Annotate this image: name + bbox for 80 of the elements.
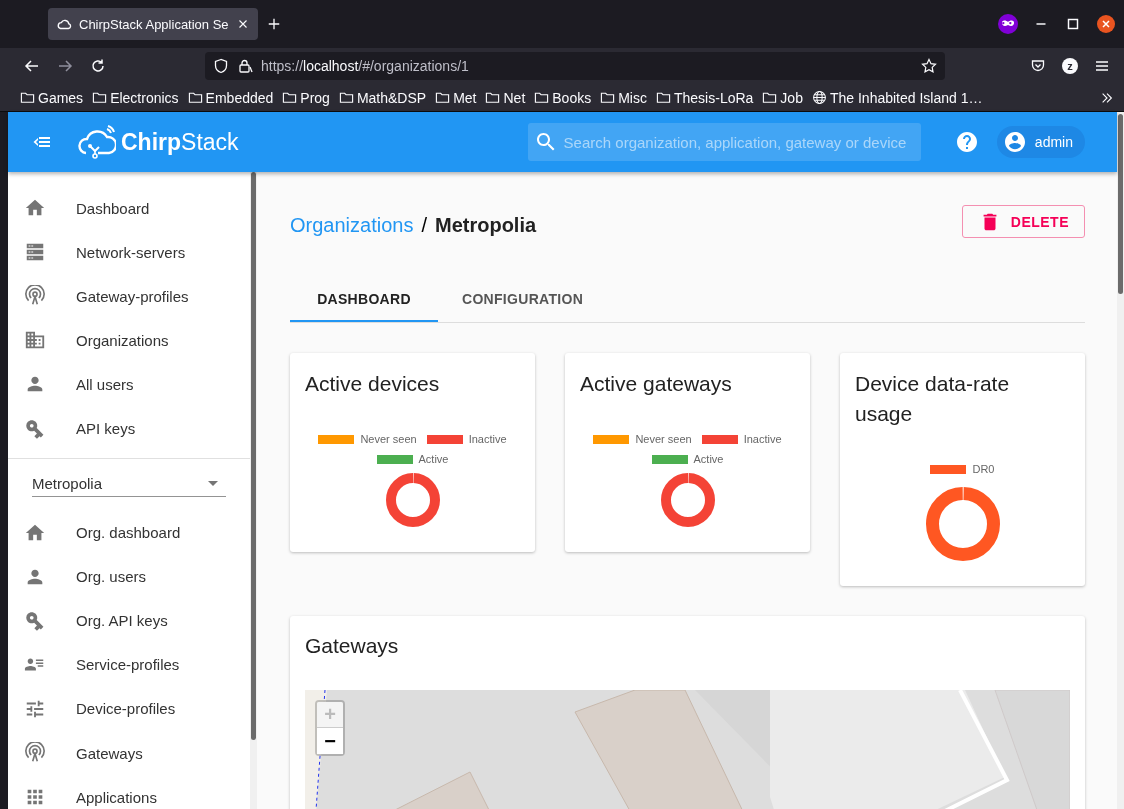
nav-item[interactable]: Gateway-profiles: [8, 274, 250, 319]
back-icon[interactable]: [24, 58, 40, 74]
bookmark[interactable]: Electronics: [92, 89, 179, 106]
nav-item[interactable]: Org. API keys: [8, 598, 250, 643]
scrollbar-thumb[interactable]: [251, 172, 256, 740]
profile-avatar[interactable]: z: [1062, 58, 1078, 74]
bookmark[interactable]: Embedded: [187, 89, 274, 106]
browser-tab[interactable]: ChirpStack Application Se: [48, 8, 258, 40]
bookmark[interactable]: Thesis-LoRa: [656, 89, 754, 106]
tab[interactable]: CONFIGURATION: [438, 278, 608, 322]
folder-icon: [656, 90, 671, 105]
nav-item[interactable]: Gateways: [8, 731, 250, 776]
folder-icon: [187, 90, 203, 105]
zoom-out-button[interactable]: −: [317, 728, 343, 754]
cloud-icon: [76, 125, 116, 159]
nav-item[interactable]: Device-profiles: [8, 686, 250, 732]
scrollbar-thumb[interactable]: [1118, 114, 1123, 294]
pocket-icon[interactable]: [1030, 58, 1046, 74]
card-title: Active devices: [305, 371, 441, 397]
reload-icon[interactable]: [90, 58, 106, 74]
folder-icon: [485, 90, 501, 105]
nav-item[interactable]: Organizations: [8, 318, 250, 363]
help-icon[interactable]: [954, 130, 979, 154]
bookmark[interactable]: The Inhabited Island 1…: [811, 89, 983, 106]
bookmark[interactable]: Misc: [600, 89, 647, 106]
folder-icon: [762, 90, 778, 105]
dropdown-icon: [208, 480, 218, 486]
globe-icon: [811, 90, 827, 105]
user-menu[interactable]: admin: [996, 126, 1085, 158]
nav-item[interactable]: Org. dashboard: [8, 510, 250, 555]
bookmark[interactable]: Net: [485, 89, 526, 106]
legend-label: Never seen: [360, 433, 417, 445]
card-title: Active gateways: [580, 371, 733, 397]
lock-icon: [237, 58, 253, 74]
nav-item[interactable]: Network-servers: [8, 230, 250, 275]
folder-icon: [600, 90, 616, 105]
address-bar[interactable]: https://localhost/#/organizations/1: [205, 52, 945, 80]
page-title: Metropolia: [434, 214, 537, 237]
breadcrumb-separator: /: [421, 214, 427, 237]
tab[interactable]: DASHBOARD: [290, 278, 438, 322]
bookmark[interactable]: Books: [534, 89, 592, 106]
legend-label: Inactive: [743, 433, 782, 445]
bookmark[interactable]: Prog: [282, 89, 330, 106]
legend-label: DR0: [972, 463, 995, 475]
legend-label: Active: [693, 453, 724, 465]
mask-icon[interactable]: [998, 14, 1018, 34]
card-title: Gateways: [305, 633, 400, 659]
nav-item[interactable]: Dashboard: [8, 186, 250, 231]
nav-item[interactable]: All users: [8, 362, 250, 407]
key-icon: [24, 417, 46, 440]
bookmark[interactable]: Met: [435, 89, 477, 106]
nav-item[interactable]: API keys: [8, 406, 250, 451]
folder-icon: [435, 90, 451, 105]
legend-label: Never seen: [635, 433, 692, 445]
account-icon: [1002, 130, 1027, 154]
legend-label: Inactive: [468, 433, 507, 445]
key-icon: [24, 609, 46, 632]
search-field[interactable]: Search organization, application, gateway or device: [527, 123, 921, 161]
bookmark[interactable]: Math&DSP: [338, 89, 427, 106]
card-title: Device data-rate usage: [855, 371, 1011, 427]
star-icon[interactable]: [921, 58, 937, 74]
folder-icon: [92, 90, 108, 105]
organization-select[interactable]: Metropolia: [32, 470, 226, 497]
nav-item[interactable]: Service-profiles: [8, 642, 250, 687]
folder-icon: [534, 90, 550, 105]
nav-item[interactable]: Org. users: [8, 554, 250, 599]
legend-label: Active: [418, 453, 449, 465]
menu-icon[interactable]: [1094, 58, 1110, 74]
nav-item[interactable]: Applications: [8, 775, 250, 809]
sliders-icon: [24, 698, 46, 720]
shield-icon: [213, 58, 229, 74]
plus-icon[interactable]: [267, 17, 281, 31]
bookmark[interactable]: Games: [20, 89, 84, 106]
folder-icon: [20, 90, 35, 105]
chevrons-icon[interactable]: [1100, 90, 1114, 105]
folder-icon: [282, 90, 298, 105]
bookmark[interactable]: Job: [762, 89, 803, 106]
delete-button[interactable]: DELETE: [961, 205, 1085, 238]
close-icon[interactable]: [1096, 14, 1116, 34]
folder-icon: [338, 90, 354, 105]
